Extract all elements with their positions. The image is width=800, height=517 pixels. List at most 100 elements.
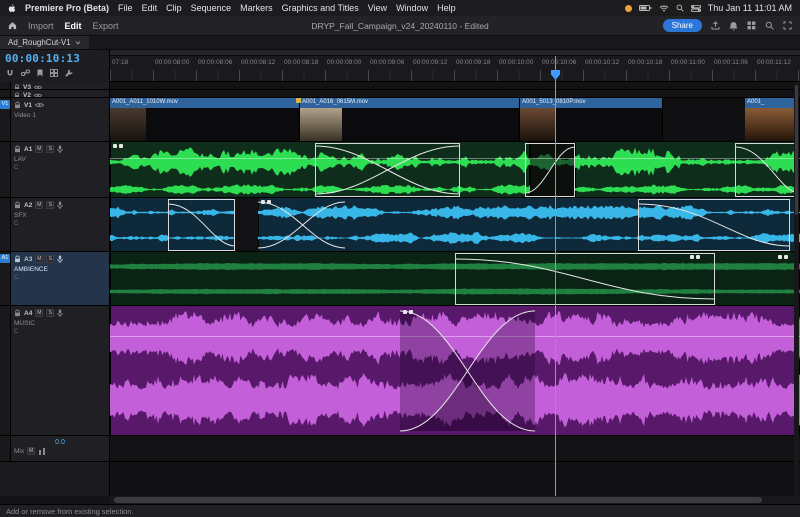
menu-item[interactable]: Help (437, 3, 456, 13)
notifications-bell-icon[interactable] (729, 21, 738, 31)
track-badge[interactable]: A1 (24, 146, 32, 153)
record-arm-mic-icon[interactable] (57, 309, 63, 318)
track-lane-a2[interactable] (110, 198, 800, 251)
add-marker-icon[interactable] (37, 69, 43, 77)
record-arm-mic-icon[interactable] (57, 145, 63, 154)
track-lock-icon[interactable] (14, 309, 21, 317)
pan-control[interactable]: C (14, 165, 106, 171)
track-name[interactable]: Video 1 (14, 112, 106, 119)
source-patch-v1[interactable]: V1 (0, 98, 11, 141)
menu-item[interactable]: Sequence (191, 3, 232, 13)
control-center-icon[interactable] (691, 5, 701, 12)
fade-out-transition[interactable] (168, 199, 235, 251)
mute-button[interactable]: M (35, 201, 43, 209)
horizontal-scrollbar-thumb[interactable] (114, 497, 762, 503)
fade-in-transition[interactable] (525, 143, 575, 197)
source-patch-a3[interactable]: A1 (0, 252, 11, 305)
crossfade-transition[interactable] (258, 199, 345, 251)
track-lock-icon[interactable] (14, 84, 20, 90)
track-name[interactable]: AMBIENCE (14, 266, 106, 273)
track-header-a2[interactable]: A2 M S SFX C (0, 198, 110, 251)
apple-icon[interactable] (8, 3, 16, 13)
workspaces-icon[interactable] (747, 21, 756, 30)
track-badge[interactable]: A4 (24, 310, 32, 317)
menu-item[interactable]: View (368, 3, 387, 13)
track-lock-icon[interactable] (14, 255, 21, 263)
track-name[interactable]: MUSIC (14, 320, 106, 327)
source-patch-a1[interactable] (0, 142, 11, 197)
track-visibility-eye-icon[interactable] (34, 93, 42, 98)
clip-fx-badge-icon[interactable] (403, 310, 413, 314)
record-arm-mic-icon[interactable] (57, 255, 63, 264)
clip-fx-badge-icon[interactable] (261, 200, 271, 204)
workspace-tab-edit[interactable]: Edit (65, 21, 82, 31)
mute-button[interactable]: M (35, 145, 43, 153)
track-header-v3[interactable]: V3 (0, 82, 110, 89)
track-lane-v3[interactable] (110, 82, 800, 89)
video-clip[interactable]: A001_ (745, 98, 800, 141)
track-lane-mix[interactable] (110, 436, 800, 461)
solo-button[interactable]: S (46, 145, 54, 153)
track-header-v2[interactable]: V2 (0, 90, 110, 97)
solo-button[interactable]: S (46, 255, 54, 263)
menubar-clock[interactable]: Thu Jan 11 11:01 AM (708, 3, 792, 13)
track-lock-icon[interactable] (14, 101, 21, 109)
playhead-line[interactable] (555, 56, 556, 496)
menu-item[interactable]: Graphics and Titles (282, 3, 359, 13)
video-clip[interactable]: A001_A011_1010W.mov (110, 98, 300, 141)
timeline-ruler[interactable]: 07:1800:00:08:0000:00:08:0600:00:08:1200… (110, 50, 800, 82)
track-visibility-eye-icon[interactable] (35, 102, 44, 108)
track-name[interactable]: Mix (14, 448, 24, 455)
track-badge[interactable]: V1 (24, 102, 32, 109)
sequence-tab[interactable]: Ad_RoughCut-V1 (0, 36, 89, 49)
track-header-a4[interactable]: A4 M S MUSIC C (0, 306, 110, 435)
clip-fx-badge-icon[interactable] (690, 255, 700, 259)
clip-marker[interactable] (296, 98, 301, 103)
source-patch-v3[interactable] (0, 82, 11, 89)
track-header-a3[interactable]: A1 A3 M S AMBIENCE C (0, 252, 110, 305)
source-patch-v2[interactable] (0, 90, 11, 97)
track-badge[interactable]: V2 (23, 92, 31, 98)
menu-item[interactable]: Markers (240, 3, 273, 13)
linked-selection-icon[interactable] (21, 69, 30, 77)
clip-fx-badge-icon[interactable] (778, 255, 788, 259)
workspace-tab-export[interactable]: Export (93, 21, 119, 31)
search-icon[interactable] (765, 21, 774, 30)
menu-item[interactable]: Clip (166, 3, 182, 13)
workspace-tab-import[interactable]: Import (28, 21, 54, 31)
track-lock-icon[interactable] (14, 201, 21, 209)
solo-button[interactable]: S (46, 309, 54, 317)
wifi-icon[interactable] (659, 5, 669, 12)
track-lane-v2[interactable] (110, 90, 800, 97)
track-lane-a3[interactable] (110, 252, 800, 305)
track-lane-v1[interactable]: A001_A011_1010W.mov A001_A016_0615M.mov … (110, 98, 800, 141)
home-icon[interactable] (8, 21, 17, 30)
track-header-v1[interactable]: V1 V1 Video 1 (0, 98, 110, 141)
pan-control[interactable]: C (14, 221, 106, 227)
track-name[interactable]: LAV (14, 156, 106, 163)
track-badge[interactable]: A3 (24, 256, 32, 263)
crossfade-transition[interactable] (315, 143, 460, 197)
source-patch-a2[interactable] (0, 198, 11, 251)
video-clip[interactable]: A001_5013_0810P.mov (520, 98, 663, 141)
timeline-settings-wrench-icon[interactable] (65, 69, 73, 77)
track-lock-icon[interactable] (14, 92, 20, 98)
spotlight-search-icon[interactable] (676, 4, 684, 12)
menu-item[interactable]: File (118, 3, 133, 13)
mute-button[interactable]: M (27, 447, 35, 455)
track-header-a1[interactable]: A1 M S LAV C (0, 142, 110, 197)
fullscreen-icon[interactable] (783, 21, 792, 30)
crossfade-transition[interactable] (400, 307, 535, 435)
track-lane-a1[interactable] (110, 142, 800, 197)
source-patch-badge[interactable]: V1 (0, 100, 10, 109)
track-badge[interactable]: V3 (23, 84, 31, 90)
track-visibility-eye-icon[interactable] (34, 85, 42, 90)
menu-item[interactable]: Window (396, 3, 428, 13)
track-lane-a4[interactable] (110, 306, 800, 435)
playhead-timecode[interactable]: 00:00:10:13 (0, 50, 109, 65)
pan-control[interactable]: C (14, 329, 106, 335)
vertical-scrollbar[interactable] (794, 82, 799, 496)
mix-volume-value[interactable]: 0.0 (14, 439, 106, 446)
source-patch-a4[interactable] (0, 306, 11, 435)
mute-button[interactable]: M (35, 255, 43, 263)
